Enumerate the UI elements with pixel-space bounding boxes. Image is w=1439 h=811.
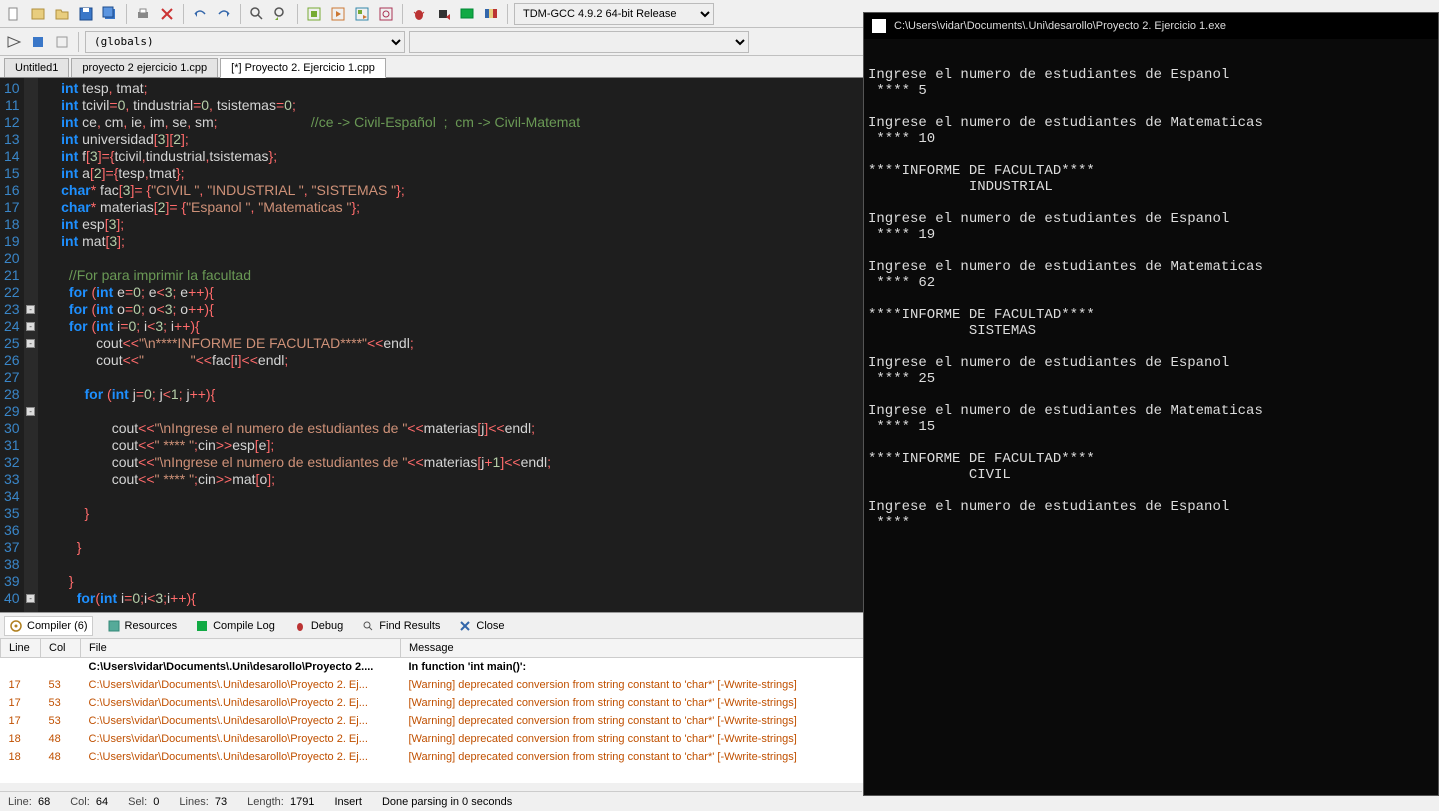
- find-icon[interactable]: [247, 4, 267, 24]
- redo-icon[interactable]: [214, 4, 234, 24]
- search-icon: [361, 619, 375, 633]
- console-window[interactable]: C:\Users\vidar\Documents\.Uni\desarollo\…: [863, 12, 1439, 796]
- new-project-icon[interactable]: [28, 4, 48, 24]
- compile-run-icon[interactable]: [352, 4, 372, 24]
- tab-debug[interactable]: Debug: [289, 617, 347, 635]
- open-file-icon[interactable]: [52, 4, 72, 24]
- fold-gutter: - - - - -: [24, 78, 38, 612]
- compile-icon[interactable]: [304, 4, 324, 24]
- tab-compiler[interactable]: Compiler (6): [4, 616, 93, 636]
- gear-icon: [9, 619, 23, 633]
- tab-untitled[interactable]: Untitled1: [4, 58, 69, 77]
- tab-close[interactable]: Close: [454, 617, 508, 635]
- undo-icon[interactable]: [190, 4, 210, 24]
- fold-toggle[interactable]: -: [26, 594, 35, 603]
- status-bar: Line: 68 Col: 64 Sel: 0 Lines: 73 Length…: [0, 791, 862, 811]
- close-icon[interactable]: [157, 4, 177, 24]
- tab-find-results[interactable]: Find Results: [357, 617, 444, 635]
- fold-toggle[interactable]: -: [26, 407, 35, 416]
- compiler-select[interactable]: TDM-GCC 4.9.2 64-bit Release: [514, 3, 714, 25]
- col-header-file[interactable]: File: [81, 639, 401, 658]
- console-title-text: C:\Users\vidar\Documents\.Uni\desarollo\…: [894, 20, 1226, 32]
- console-exe-icon: [872, 19, 886, 33]
- resources-icon: [107, 619, 121, 633]
- col-header-col[interactable]: Col: [41, 639, 81, 658]
- globals-select[interactable]: (globals): [85, 31, 405, 53]
- print-icon[interactable]: [133, 4, 153, 24]
- log-icon: [195, 619, 209, 633]
- col-header-line[interactable]: Line: [1, 639, 41, 658]
- rebuild-icon[interactable]: [376, 4, 396, 24]
- close-x-icon: [458, 619, 472, 633]
- save-icon[interactable]: [76, 4, 96, 24]
- debug-bug-icon: [293, 619, 307, 633]
- save-all-icon[interactable]: [100, 4, 120, 24]
- new-file-icon[interactable]: [4, 4, 24, 24]
- tab-compile-log[interactable]: Compile Log: [191, 617, 279, 635]
- fold-toggle[interactable]: -: [26, 305, 35, 314]
- goto-icon[interactable]: [52, 32, 72, 52]
- fold-toggle[interactable]: -: [26, 339, 35, 348]
- tab-proyecto2-ej1[interactable]: proyecto 2 ejercicio 1.cpp: [71, 58, 218, 77]
- run-icon[interactable]: [328, 4, 348, 24]
- profile-icon[interactable]: [457, 4, 477, 24]
- debug-icon[interactable]: [409, 4, 429, 24]
- line-number-gutter: 1011121314151617181920212223242526272829…: [0, 78, 24, 612]
- replace-icon[interactable]: [271, 4, 291, 24]
- clean-icon[interactable]: [481, 4, 501, 24]
- fold-toggle[interactable]: -: [26, 322, 35, 331]
- new-class-icon[interactable]: [28, 32, 48, 52]
- run-arrow-icon[interactable]: [4, 32, 24, 52]
- tab-resources[interactable]: Resources: [103, 617, 182, 635]
- console-title-bar[interactable]: C:\Users\vidar\Documents\.Uni\desarollo\…: [864, 13, 1438, 39]
- function-select[interactable]: [409, 31, 749, 53]
- tab-proyecto2-ejercicio1-active[interactable]: [*] Proyecto 2. Ejercicio 1.cpp: [220, 58, 386, 78]
- stop-debug-icon[interactable]: [433, 4, 453, 24]
- console-output: Ingrese el numero de estudiantes de Espa…: [864, 39, 1438, 531]
